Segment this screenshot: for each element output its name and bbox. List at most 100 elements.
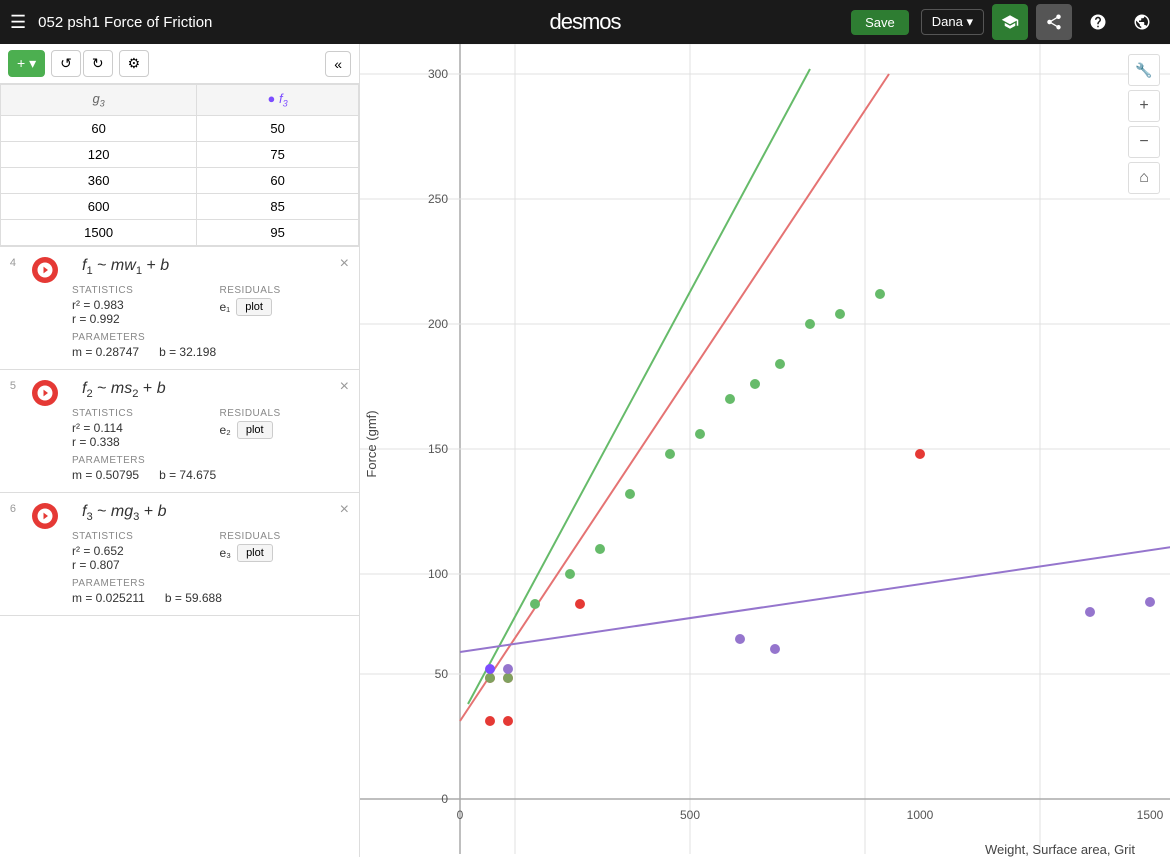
params-values-4: m = 0.28747 b = 32.198 — [72, 345, 347, 359]
globe-button[interactable] — [1124, 4, 1160, 40]
param-m-6: m = 0.025211 — [72, 591, 145, 605]
expression-6: 6 × f3 ~ mg3 + b STATISTICS r² = 0.652 r… — [0, 493, 359, 616]
help-button[interactable] — [1080, 4, 1116, 40]
params-values-6: m = 0.025211 b = 59.688 — [72, 591, 347, 605]
residuals-label-6: RESIDUALS — [220, 531, 281, 542]
expr-4-stats-row: STATISTICS r² = 0.983 r = 0.992 RESIDUAL… — [72, 285, 347, 326]
r2-value-4: r² = 0.983 — [72, 298, 200, 312]
table-row: 12075 — [1, 141, 359, 167]
parameters-label-5: PARAMETERS — [72, 455, 347, 466]
svg-text:Force (gmf): Force (gmf) — [364, 410, 379, 477]
sidebar: + ▾ ↺ ↻ ⚙ « g3 ● f3 — [0, 44, 360, 857]
expr-4-residuals: RESIDUALS e₁ plot — [220, 285, 348, 326]
expr-5-icon — [32, 380, 58, 406]
cell-g[interactable]: 360 — [1, 167, 197, 193]
add-expression-button[interactable]: + ▾ — [8, 50, 45, 77]
svg-text:1500: 1500 — [1137, 808, 1164, 822]
expr-6-formula: f3 ~ mg3 + b — [82, 503, 347, 523]
expression-5: 5 × f2 ~ ms2 + b STATISTICS r² = 0.114 r… — [0, 370, 359, 493]
undo-button[interactable]: ↺ — [51, 50, 81, 77]
col-f3-header: ● f3 — [197, 85, 359, 116]
close-expr-4-button[interactable]: × — [340, 255, 349, 273]
expression-toolbar: + ▾ ↺ ↻ ⚙ « — [0, 44, 359, 84]
topbar: ☰ 052 psh1 Force of Friction Save desmos… — [0, 0, 1170, 44]
expr-5-details: f2 ~ ms2 + b STATISTICS r² = 0.114 r = 0… — [72, 380, 347, 482]
svg-text:50: 50 — [435, 667, 449, 681]
cell-g[interactable]: 1500 — [1, 219, 197, 245]
expression-4: 4 × f1 ~ mw1 + b STATISTICS r² = 0.983 r… — [0, 247, 359, 370]
expr-4-formula: f1 ~ mw1 + b — [82, 257, 347, 277]
expr-5-residuals: RESIDUALS e₂ plot — [220, 408, 348, 449]
zoom-in-button[interactable]: + — [1128, 90, 1160, 122]
residuals-row-4: e₁ plot — [220, 298, 272, 316]
share-button[interactable] — [1036, 4, 1072, 40]
cell-g[interactable]: 120 — [1, 141, 197, 167]
table-row: 60085 — [1, 193, 359, 219]
cell-g[interactable]: 600 — [1, 193, 197, 219]
user-menu-button[interactable]: Dana ▾ — [921, 9, 984, 35]
undo-redo-group: ↺ ↻ — [51, 50, 112, 77]
right-controls: Dana ▾ — [921, 4, 1160, 40]
r-value-6: r = 0.807 — [72, 558, 200, 572]
expr-6-stats-row: STATISTICS r² = 0.652 r = 0.807 RESIDUAL… — [72, 531, 347, 572]
params-values-5: m = 0.50795 b = 74.675 — [72, 468, 347, 482]
cell-f[interactable]: 75 — [197, 141, 359, 167]
expr-5-statistics: STATISTICS r² = 0.114 r = 0.338 — [72, 408, 200, 449]
graph-area[interactable]: 300 250 200 150 100 50 0 0 500 1000 1500… — [360, 44, 1170, 857]
svg-text:100: 100 — [428, 567, 448, 581]
residuals-var-4: e₁ — [220, 300, 231, 314]
save-button[interactable]: Save — [851, 10, 909, 35]
data-table-wrapper: g3 ● f3 6050120753606060085150095 — [0, 84, 359, 246]
svg-text:0: 0 — [441, 792, 448, 806]
plot-residuals-6-button[interactable]: plot — [237, 544, 273, 562]
parameters-label-6: PARAMETERS — [72, 578, 347, 589]
home-button[interactable]: ⌂ — [1128, 162, 1160, 194]
close-expr-6-button[interactable]: × — [340, 501, 349, 519]
document-title: 052 psh1 Force of Friction — [38, 14, 839, 31]
table-row: 6050 — [1, 115, 359, 141]
zoom-out-button[interactable]: − — [1128, 126, 1160, 158]
svg-text:200: 200 — [428, 317, 448, 331]
main-layout: + ▾ ↺ ↻ ⚙ « g3 ● f3 — [0, 44, 1170, 857]
residuals-label-5: RESIDUALS — [220, 408, 281, 419]
svg-text:300: 300 — [428, 67, 448, 81]
svg-text:1000: 1000 — [907, 808, 934, 822]
r2-value-5: r² = 0.114 — [72, 421, 200, 435]
classroom-button[interactable] — [992, 4, 1028, 40]
table-row: 150095 — [1, 219, 359, 245]
cell-f[interactable]: 85 — [197, 193, 359, 219]
cell-f[interactable]: 95 — [197, 219, 359, 245]
data-table-section: g3 ● f3 6050120753606060085150095 — [0, 84, 359, 247]
data-table: g3 ● f3 6050120753606060085150095 — [0, 84, 359, 246]
expr-5-content: f2 ~ ms2 + b STATISTICS r² = 0.114 r = 0… — [28, 380, 347, 482]
col-g3-header: g3 — [1, 85, 197, 116]
plot-residuals-5-button[interactable]: plot — [237, 421, 273, 439]
hamburger-menu[interactable]: ☰ — [10, 12, 26, 33]
param-b-5: b = 74.675 — [159, 468, 216, 482]
expr-4-statistics: STATISTICS r² = 0.983 r = 0.992 — [72, 285, 200, 326]
cell-f[interactable]: 60 — [197, 167, 359, 193]
residuals-label-4: RESIDUALS — [220, 285, 281, 296]
svg-text:150: 150 — [428, 442, 448, 456]
settings-button[interactable]: ⚙ — [119, 50, 150, 77]
close-expr-5-button[interactable]: × — [340, 378, 349, 396]
expr-6-residuals: RESIDUALS e₃ plot — [220, 531, 348, 572]
parameters-label-4: PARAMETERS — [72, 332, 347, 343]
r-value-4: r = 0.992 — [72, 312, 200, 326]
redo-button[interactable]: ↻ — [83, 50, 113, 77]
graph-wrench-button[interactable]: 🔧 — [1128, 54, 1160, 86]
expr-number-4: 4 — [0, 257, 16, 269]
collapse-sidebar-button[interactable]: « — [325, 51, 351, 77]
cell-f[interactable]: 50 — [197, 115, 359, 141]
param-m-5: m = 0.50795 — [72, 468, 139, 482]
statistics-label-4: STATISTICS — [72, 285, 200, 296]
desmos-logo: desmos — [549, 9, 620, 35]
plot-residuals-4-button[interactable]: plot — [236, 298, 272, 316]
expr-5-formula: f2 ~ ms2 + b — [82, 380, 347, 400]
cell-g[interactable]: 60 — [1, 115, 197, 141]
graph-svg: 300 250 200 150 100 50 0 0 500 1000 1500… — [360, 44, 1170, 857]
table-body: 6050120753606060085150095 — [1, 115, 359, 245]
expr-5-stats-row: STATISTICS r² = 0.114 r = 0.338 RESIDUAL… — [72, 408, 347, 449]
expr-6-content: f3 ~ mg3 + b STATISTICS r² = 0.652 r = 0… — [28, 503, 347, 605]
param-b-6: b = 59.688 — [165, 591, 222, 605]
